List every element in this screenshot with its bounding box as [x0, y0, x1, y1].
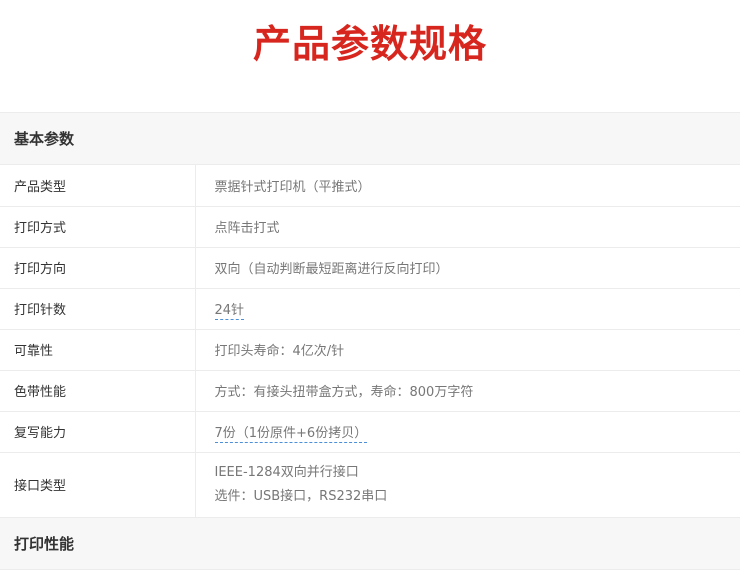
spec-value-cell: IEEE-1284双向并行接口 选件：USB接口，RS232串口 — [195, 452, 740, 518]
spec-value: 双向（自动判断最短距离进行反向打印） — [195, 247, 740, 289]
spec-value: 点阵击打式 — [195, 206, 740, 248]
spec-row-print-method: 打印方式 点阵击打式 — [0, 206, 740, 248]
spec-value-link[interactable]: 24针 — [214, 303, 245, 320]
spec-row-reliability: 可靠性 打印头寿命：4亿次/针 — [0, 329, 740, 371]
spec-value-link[interactable]: 7份（1份原件+6份拷贝） — [214, 426, 368, 443]
spec-row-interface: 接口类型 IEEE-1284双向并行接口 选件：USB接口，RS232串口 — [0, 452, 740, 518]
spec-table-basic-params: 产品类型 票据针式打印机（平推式） 打印方式 点阵击打式 打印方向 双向（自动判… — [0, 165, 740, 518]
spec-label: 复写能力 — [0, 411, 196, 453]
spec-row-pin-count: 打印针数 24针 — [0, 288, 740, 330]
spec-row-ribbon: 色带性能 方式：有接头扭带盒方式，寿命：800万字符 — [0, 370, 740, 412]
spec-value-line: IEEE-1284双向并行接口 — [214, 464, 359, 480]
section-header-basic-params: 基本参数 — [0, 113, 740, 165]
spec-value-cell: 24针 — [195, 288, 740, 330]
spec-value: 票据针式打印机（平推式） — [195, 165, 740, 207]
spec-row-product-type: 产品类型 票据针式打印机（平推式） — [0, 165, 740, 207]
spec-row-print-direction: 打印方向 双向（自动判断最短距离进行反向打印） — [0, 247, 740, 289]
spec-label: 可靠性 — [0, 329, 196, 371]
spec-label: 打印针数 — [0, 288, 196, 330]
spec-label: 打印方向 — [0, 247, 196, 289]
spec-value: 方式：有接头扭带盒方式，寿命：800万字符 — [195, 370, 740, 412]
spec-label: 产品类型 — [0, 165, 196, 207]
spec-row-copy-capability: 复写能力 7份（1份原件+6份拷贝） — [0, 411, 740, 453]
spec-value-line: 选件：USB接口，RS232串口 — [214, 488, 388, 504]
spec-value: 打印头寿命：4亿次/针 — [195, 329, 740, 371]
section-header-print-performance: 打印性能 — [0, 517, 740, 570]
page-title: 产品参数规格 — [0, 0, 740, 113]
spec-label: 接口类型 — [0, 452, 196, 518]
spec-label: 色带性能 — [0, 370, 196, 412]
spec-label: 打印方式 — [0, 206, 196, 248]
spec-value-cell: 7份（1份原件+6份拷贝） — [195, 411, 740, 453]
